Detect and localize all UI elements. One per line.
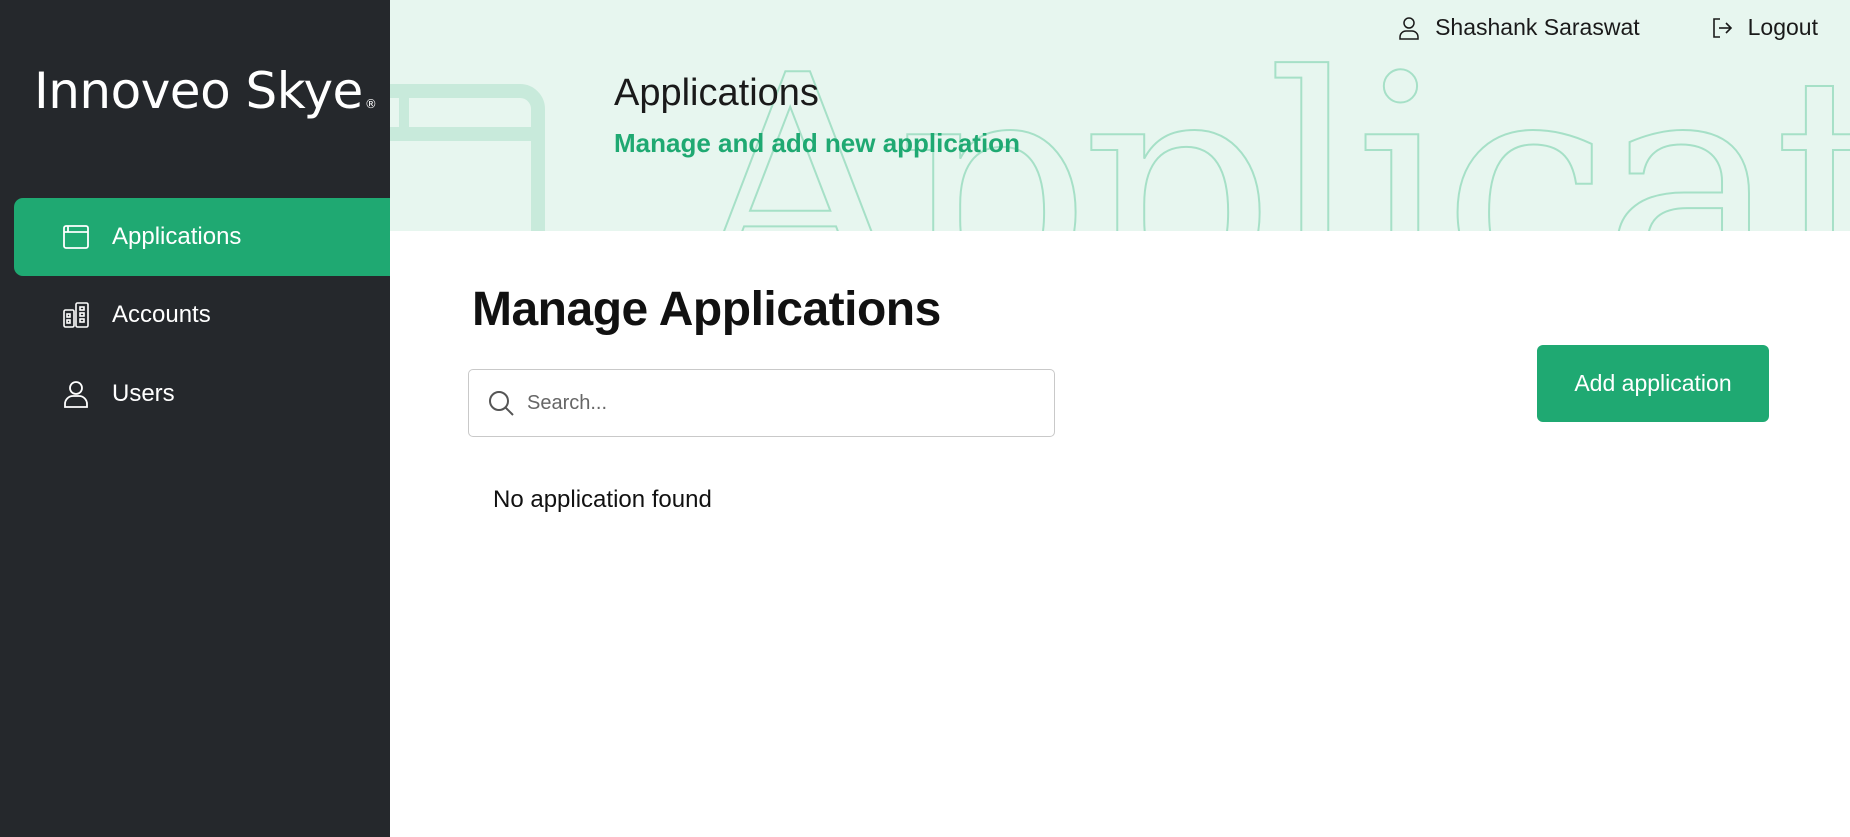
sidebar-item-label: Applications <box>112 223 242 250</box>
user-menu: Shashank Saraswat Logout <box>1397 14 1850 41</box>
sidebar-item-users[interactable]: Users <box>14 355 390 433</box>
watermark-text: Applicati <box>685 12 1850 231</box>
logout-button[interactable]: Logout <box>1710 14 1818 41</box>
header-title: Applications <box>614 72 819 114</box>
window-watermark-icon <box>390 84 545 231</box>
sidebar-item-label: Accounts <box>112 301 211 328</box>
sidebar-item-applications[interactable]: Applications <box>14 198 390 276</box>
page-header: Applicati Applications Manage and add ne… <box>390 0 1850 231</box>
sidebar-item-label: Users <box>112 380 175 407</box>
user-name: Shashank Saraswat <box>1435 14 1640 40</box>
user-profile-link[interactable]: Shashank Saraswat <box>1397 14 1640 41</box>
buildings-icon <box>60 299 92 331</box>
logout-label: Logout <box>1747 14 1818 40</box>
page-title: Manage Applications <box>472 283 941 336</box>
user-icon <box>1399 16 1419 40</box>
registered-mark: ® <box>364 97 377 111</box>
search-icon <box>487 389 515 417</box>
sidebar-item-accounts[interactable]: Accounts <box>14 276 390 354</box>
brand-name: Innoveo Skye <box>34 62 363 120</box>
sidebar: Innoveo Skye ® Applications Accounts Use… <box>0 0 390 837</box>
add-application-button[interactable]: Add application <box>1537 345 1769 422</box>
header-subtitle: Manage and add new application <box>614 128 1020 158</box>
logout-icon <box>1712 17 1732 38</box>
search-field[interactable] <box>468 369 1055 437</box>
empty-state-message: No application found <box>493 486 712 513</box>
window-icon <box>60 221 92 253</box>
search-input[interactable] <box>527 391 1027 415</box>
user-icon <box>60 378 92 410</box>
brand-logo[interactable]: Innoveo Skye ® <box>34 62 377 120</box>
